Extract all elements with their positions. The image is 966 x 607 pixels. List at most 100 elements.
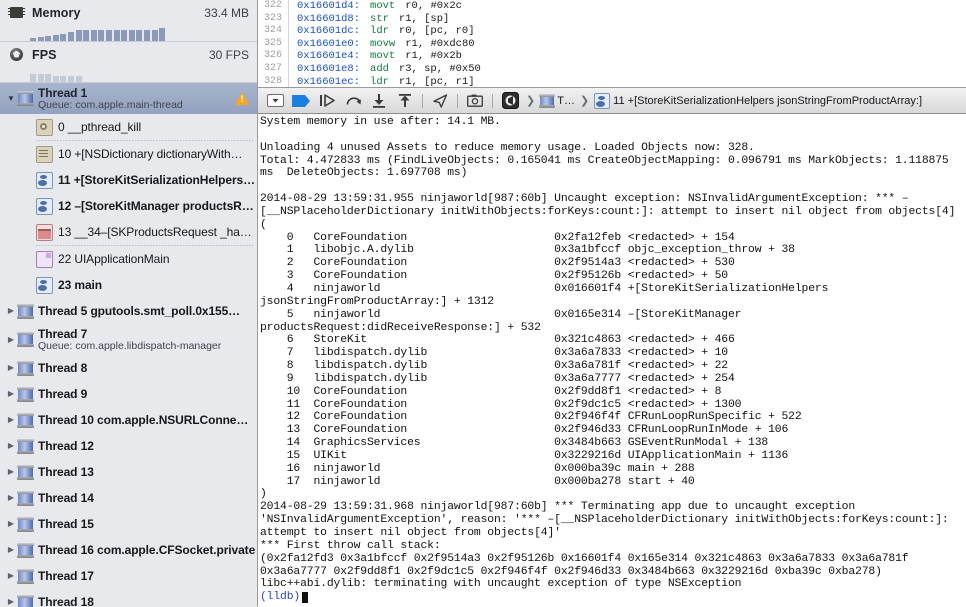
- continue-button[interactable]: [314, 91, 340, 111]
- instruction-mnemonic: add: [370, 62, 389, 75]
- sidebar-item-thread-16[interactable]: ▶ Thread 16 com.apple.CFSocket.private: [0, 537, 257, 563]
- breadcrumb-separator-icon: ❯: [526, 95, 536, 107]
- sidebar-item-queue: Queue: com.apple.main-thread: [38, 99, 183, 111]
- console-output[interactable]: System memory in use after: 14.1 MB. Unl…: [258, 114, 966, 607]
- sidebar-item-thread-5[interactable]: ▶ Thread 5 gputools.smt_poll.0x155…: [0, 298, 257, 324]
- sidebar-item-thread-1[interactable]: ▼ Thread 1 Queue: com.apple.main-thread: [0, 83, 257, 114]
- sidebar-item-thread-14[interactable]: ▶ Thread 14: [0, 485, 257, 511]
- gauge-row-memory[interactable]: Memory 33.4 MB: [0, 0, 257, 26]
- gauge-bar: [75, 76, 82, 82]
- thread-tree: ▼ Thread 1Queue: com.apple.main-thread 0 _…: [0, 83, 257, 607]
- gauge-bar: [75, 30, 82, 41]
- chevron-right-icon[interactable]: ▶: [4, 364, 18, 372]
- gauge-bar: [113, 30, 120, 41]
- chevron-right-icon[interactable]: ▶: [4, 494, 18, 502]
- sidebar-item-frame-12[interactable]: 12 –[StoreKitManager productsRe…: [0, 193, 257, 219]
- sidebar-item-frame-11[interactable]: 11 +[StoreKitSerializationHelpers…: [0, 167, 257, 193]
- sidebar-item-thread-18[interactable]: ▶ Thread 18: [0, 589, 257, 607]
- toolbar-divider: [422, 93, 423, 108]
- gauge-bar: [151, 30, 158, 41]
- step-over-button[interactable]: [340, 91, 366, 111]
- line-number: 326: [263, 50, 282, 62]
- memory-chip-icon: [8, 5, 26, 21]
- chevron-down-icon[interactable]: ▼: [4, 94, 18, 103]
- sidebar-item-label: 10 +[NSDictionary dictionaryWith…: [58, 147, 243, 161]
- chevron-right-icon[interactable]: ▶: [4, 572, 18, 580]
- sidebar-item-thread-13[interactable]: ▶ Thread 13: [0, 459, 257, 485]
- chevron-right-icon[interactable]: ▶: [4, 416, 18, 424]
- breadcrumb-label: 11 +[StoreKitSerializationHelpers jsonSt…: [613, 94, 923, 107]
- chevron-right-icon[interactable]: ▶: [4, 598, 18, 606]
- instruction-operands: r0, #0x2c: [405, 0, 462, 12]
- spool-icon: [17, 412, 34, 428]
- spool-icon: [17, 438, 34, 454]
- sidebar-item-thread-17[interactable]: ▶ Thread 17: [0, 563, 257, 589]
- sidebar-item-text: Thread 13: [38, 465, 94, 479]
- sidebar-item-frame-22[interactable]: 22 UIApplicationMain: [0, 246, 257, 272]
- gauge-row-fps[interactable]: FPS 30 FPS: [0, 42, 257, 68]
- step-into-button[interactable]: [366, 91, 392, 111]
- assembly-line: 326 0x16601e4: movt r1, #0x2b: [258, 50, 966, 63]
- step-out-button[interactable]: [392, 91, 418, 111]
- sidebar-item-label: 11 +[StoreKitSerializationHelpers…: [58, 173, 256, 187]
- chevron-right-icon[interactable]: ▶: [4, 520, 18, 528]
- gauge-bar: [30, 38, 36, 41]
- breadcrumb-separator-icon: ❯: [579, 95, 590, 107]
- instruction-operands: r1, #0xdc80: [405, 37, 475, 50]
- assembly-editor[interactable]: 322 0x16601d4: movt r0, #0x2c 323 0x16601d8: s…: [258, 0, 966, 88]
- chevron-right-icon[interactable]: ▶: [4, 468, 18, 476]
- spool-icon: [17, 91, 34, 106]
- gauge-bar: [143, 30, 150, 41]
- spool-icon: [17, 490, 34, 506]
- sidebar-item-label: Thread 7: [38, 327, 88, 341]
- sidebar-item-thread-10[interactable]: ▶ Thread 10 com.apple.NSURLConne…: [0, 407, 257, 433]
- sidebar-item-thread-8[interactable]: ▶ Thread 8: [0, 355, 257, 381]
- breadcrumb-thread[interactable]: T…: [538, 93, 577, 108]
- gauge-bar: [45, 74, 52, 82]
- sidebar-item-frame-23[interactable]: 23 main: [0, 272, 257, 298]
- chevron-right-icon[interactable]: ▶: [4, 307, 18, 315]
- simulate-location-button[interactable]: [427, 91, 453, 111]
- breadcrumb-frame[interactable]: 11 +[StoreKitSerializationHelpers jsonSt…: [592, 92, 924, 109]
- sidebar-item-label: Thread 14: [38, 491, 94, 505]
- chevron-right-icon[interactable]: ▶: [4, 335, 18, 344]
- gauge-bar: [52, 76, 59, 82]
- sidebar-item-label: Thread 16 com.apple.CFSocket.private: [38, 543, 256, 557]
- debug-view-hierarchy-button[interactable]: [462, 91, 488, 111]
- chevron-right-icon[interactable]: ▶: [4, 442, 18, 450]
- chevron-right-icon[interactable]: ▶: [4, 390, 18, 398]
- sidebar-item-text: 23 main: [58, 278, 102, 292]
- sidebar-item-label: 0 __pthread_kill: [58, 120, 142, 134]
- process-button[interactable]: [497, 91, 523, 111]
- sidebar-item-frame-0[interactable]: 0 __pthread_kill: [0, 114, 257, 140]
- gauge-bar: [52, 35, 59, 41]
- sidebar-item-thread-15[interactable]: ▶ Thread 15: [0, 511, 257, 537]
- sidebar-item-frame-10[interactable]: 10 +[NSDictionary dictionaryWith…: [0, 141, 257, 167]
- hide-debug-area-button[interactable]: [262, 91, 288, 111]
- gear-icon: [36, 118, 53, 136]
- gauge-bar: [159, 28, 166, 41]
- assembly-line: 327 0x16601e8: add r3, sp, #0x50: [258, 62, 966, 76]
- toolbar-divider-3: [492, 93, 493, 108]
- gauge-sparkline-memory: [0, 26, 257, 42]
- line-number: 324: [263, 25, 282, 37]
- breakpoints-toggle-button[interactable]: [288, 91, 314, 111]
- gauge-value: 33.4 MB: [204, 6, 249, 20]
- sidebar-item-text: Thread 7 Queue: com.apple.libdispatch-man…: [38, 327, 221, 352]
- gauge-sparkline-fps: [0, 68, 257, 83]
- person-icon: [36, 171, 53, 189]
- spool-icon: [17, 594, 34, 607]
- sidebar-item-label: Thread 8: [38, 361, 88, 375]
- sidebar-item-text: Thread 5 gputools.smt_poll.0x155…: [38, 304, 240, 318]
- spool-icon: [17, 568, 34, 584]
- editor-and-console-pane: 322 0x16601d4: movt r0, #0x2c 323 0x16601d8: s…: [258, 0, 966, 607]
- sidebar-item-frame-13[interactable]: 13 __34–[SKProductsRequest _ha…: [0, 219, 257, 245]
- sidebar-item-text: Thread 1 Queue: com.apple.main-thread: [38, 86, 183, 111]
- sidebar-item-thread-9[interactable]: ▶ Thread 9: [0, 381, 257, 407]
- line-number: 323: [263, 12, 282, 24]
- sidebar-item-thread-7[interactable]: ▶ Thread 7 Queue: com.apple.libdispatch-ma…: [0, 324, 257, 355]
- sidebar-item-thread-12[interactable]: ▶ Thread 12: [0, 433, 257, 459]
- person-icon: [594, 92, 611, 109]
- chevron-right-icon[interactable]: ▶: [4, 546, 18, 554]
- spool-icon: [17, 303, 34, 319]
